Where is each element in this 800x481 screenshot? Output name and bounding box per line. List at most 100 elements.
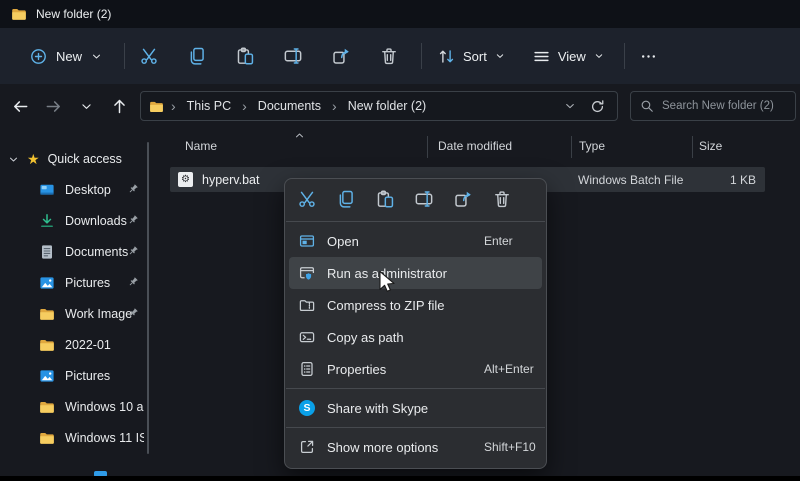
menu-item-open[interactable]: Open Enter [289,225,542,257]
menu-item-label: Show more options [327,440,438,455]
skype-icon: S [299,400,315,416]
breadcrumb-separator: › [331,98,338,114]
column-header-date-modified[interactable]: Date modified [438,139,512,153]
column-divider[interactable] [427,136,428,158]
delete-button[interactable] [365,38,413,74]
menu-shortcut: Alt+Enter [484,362,534,376]
menu-item-label: Copy as path [327,330,404,345]
sidebar-item-downloads[interactable]: Downloads [0,205,150,236]
sidebar-section-label: Quick access [48,152,144,166]
sidebar-item-windows-11-iso[interactable]: Windows 11 ISO [0,422,150,453]
pin-icon [127,276,139,288]
up-button[interactable] [106,92,132,120]
new-button[interactable]: New [18,39,114,73]
column-header-type[interactable]: Type [579,139,605,153]
breadcrumb-current-folder[interactable]: New folder (2) [344,97,431,115]
paste-icon [236,47,254,65]
chevron-down-icon [594,51,604,61]
share-icon [454,190,472,208]
sidebar-scrollbar[interactable] [147,142,149,454]
properties-icon [299,361,315,377]
chevron-down-icon [80,100,93,113]
sidebar-item-work-image[interactable]: Work Image [0,298,150,329]
copy-button[interactable] [326,184,365,214]
menu-item-copy-as-path[interactable]: Copy as path [289,321,542,353]
copy-button[interactable] [173,38,221,74]
downloads-icon [39,213,55,229]
cut-icon [140,47,158,65]
sidebar-item-2022-01[interactable]: 2022-01 [0,329,150,360]
folder-icon [39,430,55,446]
chevron-down-icon [91,51,102,62]
column-divider[interactable] [571,136,572,158]
sidebar-item-pictures-2[interactable]: Pictures [0,360,150,391]
paste-button[interactable] [221,38,269,74]
up-arrow-icon [111,98,128,115]
rename-button[interactable] [404,184,443,214]
refresh-icon[interactable] [590,99,605,114]
column-header-name[interactable]: Name [185,139,217,153]
sort-ascending-caret-icon [294,130,305,141]
chevron-down-icon [8,154,19,165]
menu-item-run-as-administrator[interactable]: Run as administrator [289,257,542,289]
menu-item-show-more-options[interactable]: Show more options Shift+F10 [289,431,542,463]
rename-icon [415,190,433,208]
sort-icon [438,48,455,65]
cut-button[interactable] [125,38,173,74]
back-button[interactable] [7,92,33,120]
cut-icon [298,190,316,208]
share-button[interactable] [317,38,365,74]
pin-icon [127,245,139,257]
cut-button[interactable] [287,184,326,214]
column-divider[interactable] [692,136,693,158]
view-icon [533,48,550,65]
sidebar-item-pictures[interactable]: Pictures [0,267,150,298]
sidebar-item-quick-access[interactable]: ★ Quick access [0,144,150,174]
delete-button[interactable] [482,184,521,214]
share-button[interactable] [443,184,482,214]
copy-path-icon [299,329,315,345]
sort-dropdown[interactable]: Sort [428,39,515,73]
address-bar[interactable]: › This PC › Documents › New folder (2) [140,91,618,121]
breadcrumb-this-pc[interactable]: This PC [183,97,235,115]
pictures-icon [39,275,55,291]
sidebar-item-documents[interactable]: Documents [0,236,150,267]
view-dropdown[interactable]: View [523,39,614,73]
pin-icon [127,307,139,319]
pin-icon [127,183,139,195]
menu-item-label: Properties [327,362,386,377]
search-input[interactable] [662,100,786,112]
batch-file-icon: ⚙ [178,172,193,187]
folder-icon [39,337,55,353]
more-icon [640,48,657,65]
breadcrumb-documents[interactable]: Documents [254,97,325,115]
share-icon [332,47,350,65]
forward-button[interactable] [40,92,66,120]
address-dropdown-chevron-icon[interactable] [564,100,576,112]
see-more-button[interactable] [629,38,669,74]
file-name: hyperv.bat [202,173,259,187]
menu-item-compress-to-zip[interactable]: Compress to ZIP file [289,289,542,321]
recent-locations-button[interactable] [73,92,99,120]
copy-icon [337,190,355,208]
breadcrumb-separator: › [170,98,177,114]
menu-item-properties[interactable]: Properties Alt+Enter [289,353,542,385]
search-box[interactable] [630,91,796,121]
menu-divider [286,221,545,222]
menu-item-share-with-skype[interactable]: S Share with Skype [289,392,542,424]
zip-folder-icon [299,297,315,313]
copy-icon [188,47,206,65]
mouse-cursor [376,270,398,294]
sidebar-item-windows-10[interactable]: Windows 10 an [0,391,150,422]
file-type: Windows Batch File [578,173,683,187]
folder-icon [11,6,27,22]
sidebar-item-desktop[interactable]: Desktop [0,174,150,205]
rename-button[interactable] [269,38,317,74]
paste-button[interactable] [365,184,404,214]
menu-item-label: Compress to ZIP file [327,298,445,313]
rename-icon [284,47,302,65]
folder-icon [39,399,55,415]
column-header-size[interactable]: Size [699,139,722,153]
new-plus-icon [30,48,47,65]
command-bar: New Sort View [0,28,800,84]
